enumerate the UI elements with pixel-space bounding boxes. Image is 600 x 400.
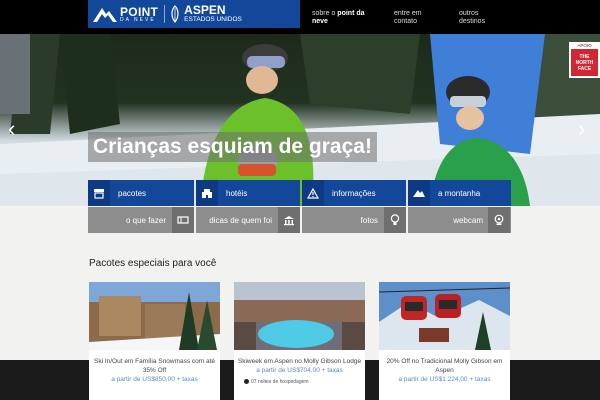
hotel-icon bbox=[196, 180, 218, 206]
package-card[interactable]: Ski In/Out em Família Snowmass com até 3… bbox=[89, 282, 220, 400]
nav-destinations-line2: destinos bbox=[459, 18, 486, 25]
ticket-icon bbox=[172, 207, 194, 233]
point-da-neve-logo[interactable]: POINT DA NEVE bbox=[92, 5, 158, 23]
category-webcam-icon-tile[interactable] bbox=[486, 207, 511, 233]
category-hoteis-label: hotéis bbox=[226, 188, 248, 198]
category-dicas[interactable]: dicas de quem foi bbox=[196, 207, 300, 233]
logo-point-subtext: DA NEVE bbox=[120, 16, 156, 23]
category-fotos-label: fotos bbox=[360, 215, 378, 225]
logo-aspen-subtext: ESTADOS UNIDOS bbox=[184, 16, 242, 24]
mountain-icon bbox=[408, 180, 430, 206]
category-o-que-fazer[interactable]: o que fazer bbox=[88, 207, 194, 233]
slider-prev-arrow[interactable]: ‹ bbox=[8, 118, 15, 140]
nav-about-line2: neve bbox=[312, 18, 328, 25]
section-title: Pacotes especiais para você bbox=[89, 258, 217, 269]
nav-about-prefix: sobre o bbox=[312, 10, 338, 17]
webcam-icon bbox=[487, 207, 510, 233]
slider-next-arrow[interactable]: › bbox=[578, 118, 585, 140]
nav-contact-line2: contato bbox=[394, 18, 417, 25]
mountain-logo-icon bbox=[93, 8, 117, 22]
logo-divider bbox=[164, 5, 166, 23]
category-pacotes[interactable]: pacotes bbox=[88, 180, 194, 206]
moon-icon bbox=[244, 379, 249, 385]
category-dicas-label: dicas de quem foi bbox=[209, 215, 272, 225]
warning-icon bbox=[302, 180, 324, 206]
nav-link-destinations[interactable]: outros destinos bbox=[459, 10, 485, 26]
package-photo[interactable] bbox=[234, 282, 365, 350]
sponsor-label: APOIO bbox=[577, 43, 592, 48]
category-fotos[interactable]: fotos bbox=[302, 207, 406, 233]
package-photo[interactable] bbox=[379, 282, 510, 350]
package-detail-text: 07 noites de hospedagem bbox=[251, 379, 309, 385]
package-title[interactable]: Skiweek em Aspen no Molly Gibson Lodge bbox=[234, 350, 365, 366]
nav-about-bold: point da bbox=[337, 10, 365, 17]
package-title[interactable]: Ski In/Out em Família Snowmass com até 3… bbox=[89, 350, 220, 375]
nav-destinations-line1: outros bbox=[459, 10, 479, 17]
shop-icon bbox=[88, 180, 110, 206]
category-hoteis[interactable]: hotéis bbox=[196, 180, 300, 206]
package-photo[interactable] bbox=[89, 282, 220, 350]
package-detail: 07 noites de hospedagem bbox=[234, 379, 365, 385]
category-pacotes-label: pacotes bbox=[118, 188, 147, 198]
bank-icon bbox=[278, 207, 300, 233]
logo-point-text: POINT bbox=[120, 4, 159, 19]
category-informacoes-label: informações bbox=[332, 188, 376, 198]
package-price: a partir de US$850,00 + taxas bbox=[111, 376, 198, 383]
brand-bar[interactable]: POINT DA NEVE ASPEN ESTADOS UNIDOS bbox=[88, 0, 300, 28]
category-informacoes[interactable]: informações bbox=[302, 180, 406, 206]
hero-title[interactable]: Crianças esquiam de graça! bbox=[88, 132, 377, 162]
nav-link-about[interactable]: sobre o point da neve bbox=[312, 10, 365, 26]
north-face-logo: THE NORTH FACE bbox=[571, 49, 598, 76]
package-card[interactable]: Skiweek em Aspen no Molly Gibson Lodge a… bbox=[234, 282, 365, 400]
package-price: a partir de US$704,00 + taxas bbox=[256, 367, 343, 374]
category-webcam-label: webcam bbox=[453, 215, 483, 225]
category-montanha[interactable]: a montanha bbox=[408, 180, 511, 206]
lightbulb-icon bbox=[384, 207, 406, 233]
logo-aspen-text: ASPEN bbox=[184, 3, 226, 18]
sponsor-badge[interactable]: APOIO THE NORTH FACE bbox=[569, 42, 600, 78]
nav-contact-line1: entre em bbox=[394, 10, 422, 17]
nav-link-contact[interactable]: entre em contato bbox=[394, 10, 422, 26]
top-header: POINT DA NEVE ASPEN ESTADOS UNIDOS sobre… bbox=[0, 0, 600, 34]
category-montanha-label: a montanha bbox=[438, 188, 481, 198]
aspen-leaf-icon bbox=[171, 5, 179, 23]
package-price: a partir de US$1.224,00 + taxas bbox=[398, 376, 491, 383]
category-o-que-fazer-label: o que fazer bbox=[125, 215, 166, 225]
package-title[interactable]: 20% Off no Tradicional Molly Gibson em A… bbox=[379, 350, 510, 375]
package-card[interactable]: 20% Off no Tradicional Molly Gibson em A… bbox=[379, 282, 510, 400]
